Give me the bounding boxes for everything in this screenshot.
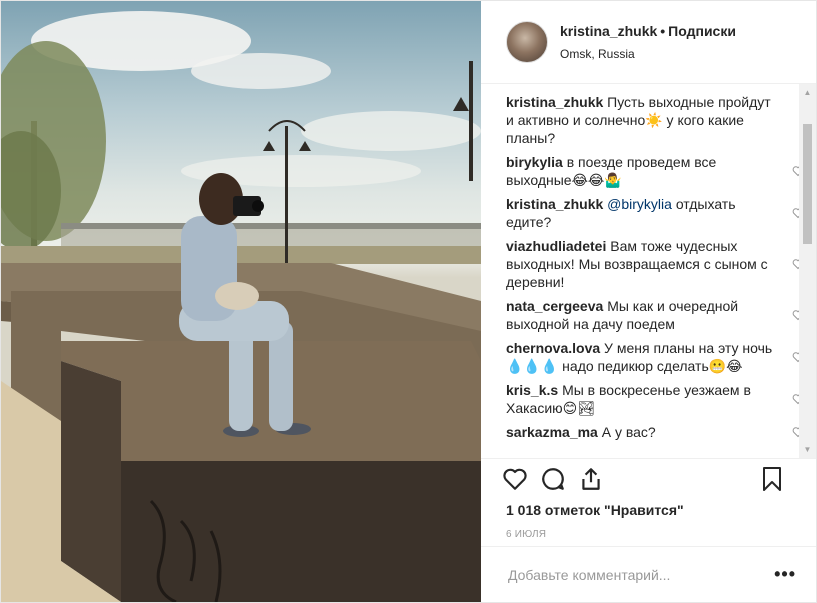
header-username[interactable]: kristina_zhukk — [560, 23, 657, 39]
likes-count[interactable]: 1 018 отметок "Нравится" — [481, 498, 816, 524]
comment-item: birykylia в поезде проведем все выходные… — [506, 153, 804, 189]
caption-username[interactable]: kristina_zhukk — [506, 94, 603, 110]
comment-username[interactable]: viazhudliadetei — [506, 238, 606, 254]
comment-item: viazhudliadetei Вам тоже чудесных выходн… — [506, 237, 804, 291]
comment-username[interactable]: birykylia — [506, 154, 563, 170]
post-dialog: kristina_zhukk • Подписки Omsk, Russia kri… — [0, 0, 817, 603]
header-dot: • — [660, 22, 666, 39]
like-button[interactable] — [501, 465, 529, 493]
share-button[interactable] — [577, 465, 605, 493]
comment-button[interactable] — [539, 465, 567, 493]
post-header: kristina_zhukk • Подписки Omsk, Russia — [481, 1, 816, 84]
scroll-thumb[interactable] — [803, 124, 812, 244]
heart-icon — [503, 468, 527, 490]
follow-button[interactable]: Подписки — [668, 23, 736, 39]
photo-scene — [1, 11, 481, 602]
comment-item: chernova.lova У меня планы на эту ночь💧💧… — [506, 339, 804, 375]
comment-username[interactable]: chernova.lova — [506, 340, 600, 356]
comment-icon — [542, 467, 564, 490]
comment-username[interactable]: kris_k.s — [506, 382, 558, 398]
scroll-down-arrow-icon[interactable]: ▼ — [799, 441, 816, 458]
comment-text: А у вас? — [601, 424, 656, 440]
location-link[interactable]: Omsk, Russia — [560, 45, 736, 63]
action-bar — [481, 458, 816, 498]
comment-item: nata_cergeeva Мы как и очередной выходно… — [506, 297, 804, 333]
scroll-up-arrow-icon[interactable]: ▲ — [799, 84, 816, 101]
avatar[interactable] — [506, 21, 548, 63]
comment-username[interactable]: sarkazma_ma — [506, 424, 598, 440]
post-side-panel: kristina_zhukk • Подписки Omsk, Russia kri… — [481, 1, 816, 602]
comment-username[interactable]: kristina_zhukk — [506, 196, 603, 212]
comment-username[interactable]: nata_cergeeva — [506, 298, 603, 314]
post-photo[interactable] — [1, 1, 481, 602]
add-comment-bar: ••• — [481, 546, 816, 602]
comment-item: sarkazma_ma А у вас? — [506, 423, 804, 441]
comment-mention[interactable]: @birykylia — [607, 196, 672, 212]
comment-input[interactable] — [506, 565, 775, 584]
comments-scrollbar[interactable]: ▲ ▼ — [799, 84, 816, 458]
save-button[interactable] — [758, 465, 786, 493]
comment-item: kristina_zhukk @birykylia отдыхать едите… — [506, 195, 804, 231]
caption: kristina_zhukk Пусть выходные пройдут и … — [506, 93, 786, 147]
comments-list[interactable]: kristina_zhukk Пусть выходные пройдут и … — [481, 84, 816, 458]
share-icon — [582, 467, 600, 490]
bookmark-icon — [763, 467, 781, 491]
comment-item: kris_k.s Мы в воскресенье уезжаем в Хака… — [506, 381, 804, 417]
more-options-button[interactable]: ••• — [774, 564, 796, 585]
